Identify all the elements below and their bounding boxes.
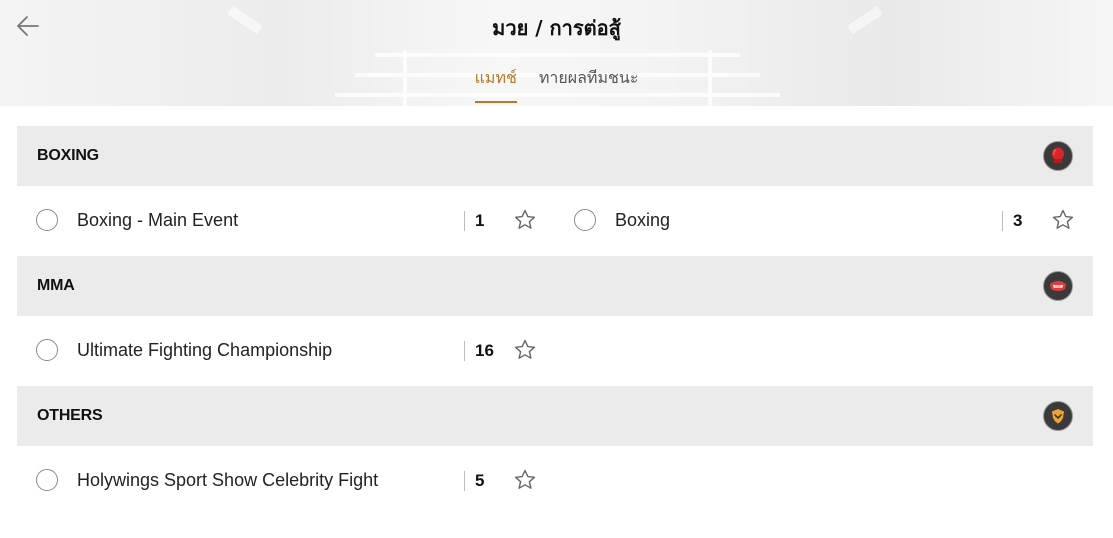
divider [464,341,465,361]
league-radio[interactable] [36,469,58,491]
section-title: OTHERS [37,407,103,424]
tab-outright-winner[interactable]: ทายผลทีมชนะ [539,66,639,103]
section-body-others: Holywings Sport Show Celebrity Fight 5 [17,446,1093,516]
section-header-mma[interactable]: MMA [17,256,1093,316]
league-item[interactable]: Holywings Sport Show Celebrity Fight 5 [17,446,537,516]
league-item[interactable]: Ultimate Fighting Championship 16 [17,316,537,386]
sport-sections: BOXING Boxing - Main Event 1 Boxing 3 MM… [17,126,1093,516]
section-title: BOXING [37,147,99,164]
league-radio[interactable] [36,209,58,231]
tab-matches[interactable]: แมทช์ [474,66,517,103]
section-header-others[interactable]: OTHERS [17,386,1093,446]
favorite-star-icon[interactable] [513,338,537,362]
divider [464,471,465,491]
favorite-star-icon[interactable] [1051,208,1075,232]
match-count: 5 [475,471,485,490]
divider [464,211,465,231]
match-count: 1 [475,211,485,230]
section-body-boxing: Boxing - Main Event 1 Boxing 3 [17,186,1093,256]
league-radio[interactable] [574,209,596,231]
league-name[interactable]: Boxing - Main Event [77,210,238,231]
section-header-boxing[interactable]: BOXING [17,126,1093,186]
league-name[interactable]: Ultimate Fighting Championship [77,340,332,361]
page-title: มวย / การต่อสู้ [492,16,621,40]
league-item[interactable]: Boxing - Main Event 1 [17,186,537,256]
favorite-star-icon[interactable] [513,208,537,232]
mouthguard-icon [1043,271,1073,301]
league-name[interactable]: Holywings Sport Show Celebrity Fight [77,470,378,491]
favorite-star-icon[interactable] [513,468,537,492]
match-count: 16 [475,341,494,360]
league-name[interactable]: Boxing [615,210,670,231]
tab-bar: แมทช์ ทายผลทีมชนะ [0,66,1113,103]
league-item[interactable]: Boxing 3 [555,186,1075,256]
page-header: มวย / การต่อสู้ แมทช์ ทายผลทีมชนะ [0,0,1113,106]
section-body-mma: Ultimate Fighting Championship 16 [17,316,1093,386]
match-count: 3 [1013,211,1023,230]
divider [1002,211,1003,231]
section-title: MMA [37,277,75,294]
shield-icon [1043,401,1073,431]
boxing-glove-icon [1043,141,1073,171]
league-radio[interactable] [36,339,58,361]
